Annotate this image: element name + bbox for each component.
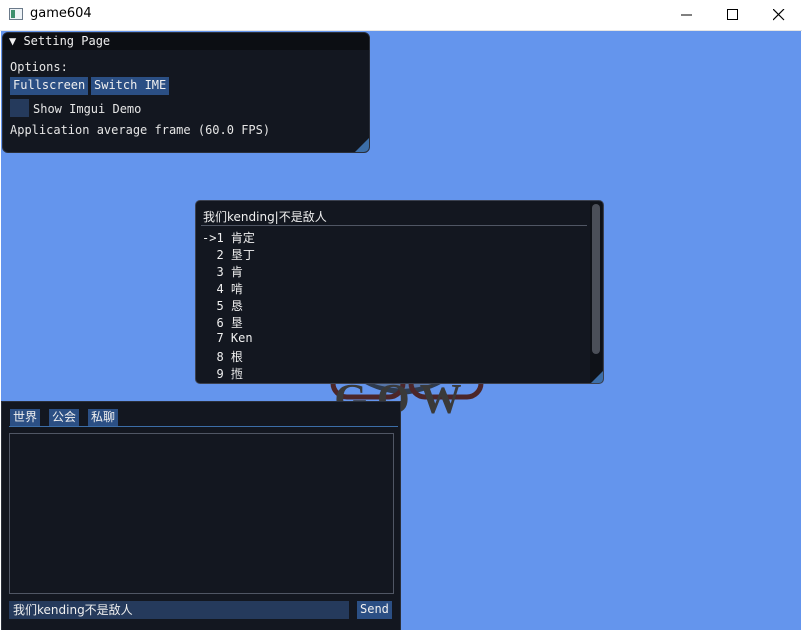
maximize-icon [727,9,738,20]
game-viewport[interactable]: GOW ▼ Setting Page Options: Fullscreen S… [1,31,801,630]
candidate-item-8[interactable]: 8 根 [202,348,242,365]
settings-title: ▼ Setting Page [9,34,111,48]
candidate-item-7[interactable]: 7 Ken [202,331,252,345]
minimize-icon [681,14,692,16]
show-demo-label: Show Imgui Demo [33,102,142,116]
app-icon [9,8,23,20]
fullscreen-button[interactable]: Fullscreen [10,77,89,95]
ime-candidate-window: 我们kending|不是敌人 ->1 肯定 2 垦丁 3 肯 4 啃 5 恳 6… [195,200,604,384]
candidate-item-4[interactable]: 4 啃 [202,280,242,297]
tab-underline [9,426,398,427]
candidate-item-9[interactable]: 9 揯 [202,365,242,382]
candidate-item-5[interactable]: 5 恳 [202,297,242,314]
ime-resize-grip[interactable] [591,371,603,383]
candidate-item-3[interactable]: 3 肯 [202,263,242,280]
chat-log[interactable] [9,433,394,594]
send-button[interactable]: Send [357,601,392,619]
tab-world[interactable]: 世界 [10,409,41,426]
chat-window: 世界 公会 私聊 我们kending不是敌人 Send [1,401,401,630]
close-icon [773,9,785,21]
tab-guild[interactable]: 公会 [49,409,80,426]
settings-window: ▼ Setting Page Options: Fullscreen Switc… [2,32,370,153]
ime-composition-text: 我们kending|不是敌人 [203,210,327,224]
minimize-button[interactable] [664,0,710,30]
fps-text: Application average frame (60.0 FPS) [10,123,271,137]
ime-separator [201,225,587,226]
candidate-item-6[interactable]: 6 垦 [202,314,242,331]
window-title: game604 [30,6,92,21]
ime-scroll-grab[interactable] [592,204,600,354]
resize-grip[interactable] [355,138,369,152]
chat-input[interactable]: 我们kending不是敌人 [9,601,349,619]
tab-private[interactable]: 私聊 [88,409,119,426]
show-demo-checkbox[interactable] [10,99,29,117]
options-label: Options: [10,60,68,74]
switch-ime-button[interactable]: Switch IME [91,77,170,95]
settings-titlebar[interactable]: ▼ Setting Page [3,33,369,50]
maximize-button[interactable] [710,0,756,30]
candidate-item-2[interactable]: 2 垦丁 [202,246,254,263]
close-button[interactable] [756,0,802,30]
window-titlebar: game604 [0,0,802,31]
candidate-item-1[interactable]: ->1 肯定 [202,229,255,246]
